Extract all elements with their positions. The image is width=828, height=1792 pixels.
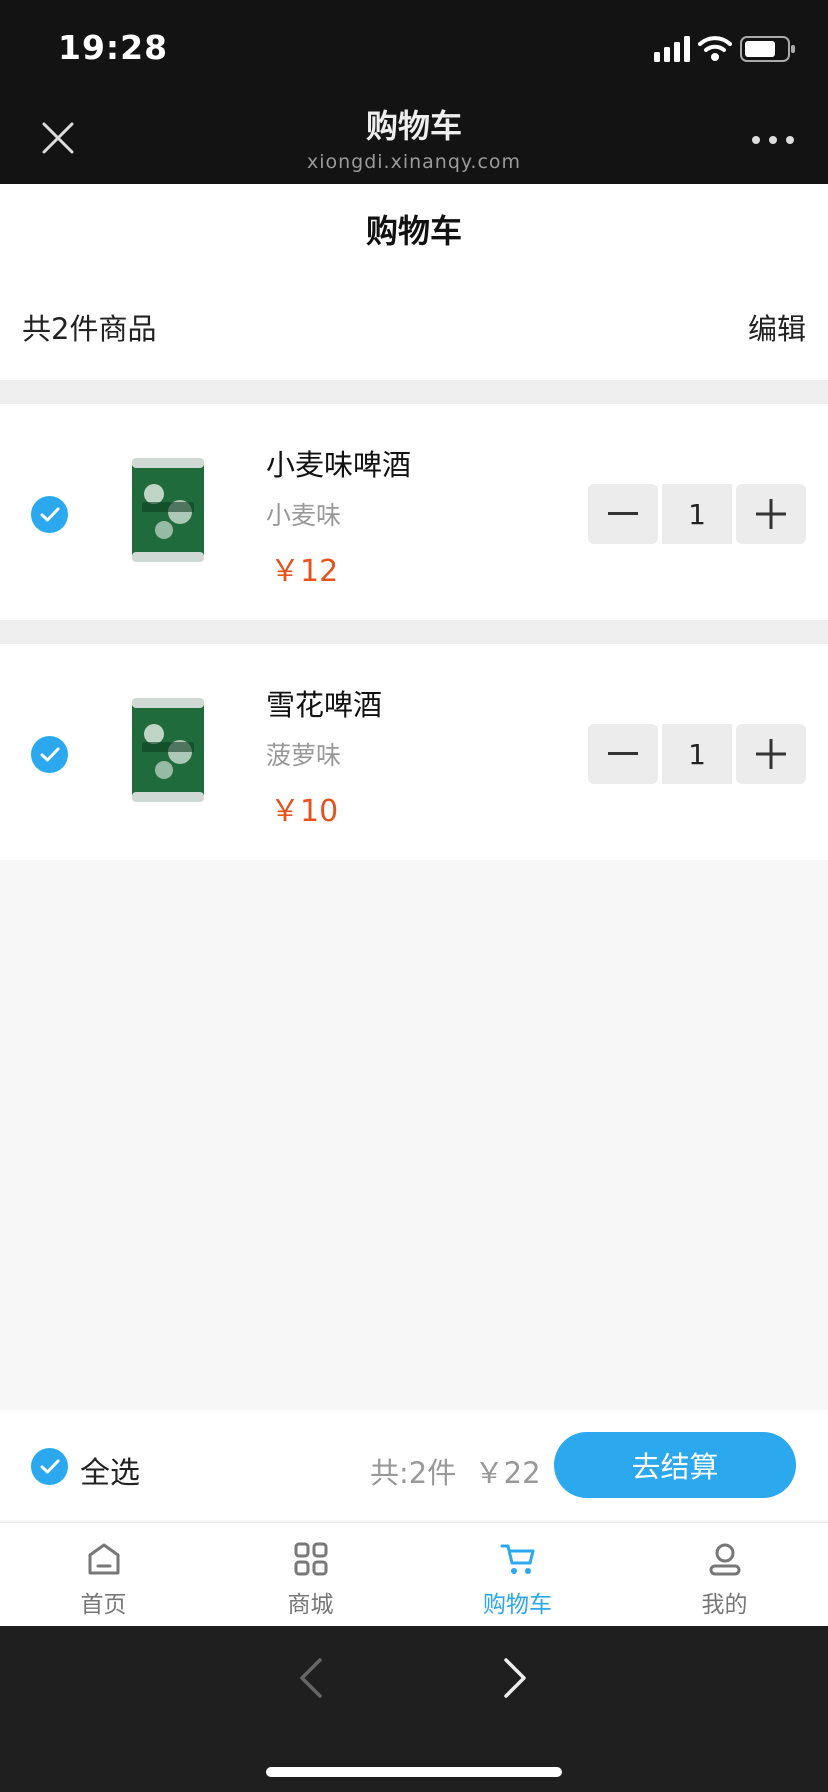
browser-header: 19:28 购物车 xiongdi.xinanqy.com <box>0 0 828 184</box>
quantity-stepper: 1 <box>588 724 806 784</box>
quantity-value[interactable]: 1 <box>662 484 732 544</box>
quantity-value[interactable]: 1 <box>662 724 732 784</box>
select-all-label[interactable]: 全选 <box>80 1448 140 1492</box>
check-icon <box>40 1459 60 1474</box>
tab-mall[interactable]: 商城 <box>207 1523 414 1627</box>
cart-header: 购物车 共2件商品 编辑 <box>0 184 828 380</box>
browser-toolbar <box>0 1626 828 1792</box>
tab-home[interactable]: 首页 <box>0 1523 207 1627</box>
product-image <box>132 458 204 562</box>
back-arrow-icon[interactable] <box>296 1656 326 1700</box>
minus-icon <box>608 512 638 515</box>
product-name: 雪花啤酒 <box>266 688 383 722</box>
item-checkbox[interactable] <box>31 496 68 533</box>
tab-label: 首页 <box>80 1592 127 1618</box>
browser-url: xiongdi.xinanqy.com <box>306 151 522 173</box>
divider <box>0 620 828 644</box>
product-name: 小麦味啤酒 <box>266 448 412 482</box>
edit-button[interactable]: 编辑 <box>748 306 806 348</box>
home-icon <box>88 1543 120 1575</box>
home-indicator <box>266 1767 562 1777</box>
product-flavor: 小麦味 <box>266 501 342 530</box>
wifi-icon <box>698 36 732 61</box>
check-icon <box>40 507 60 522</box>
item-checkbox[interactable] <box>31 736 68 773</box>
minus-icon <box>608 752 638 755</box>
close-icon[interactable] <box>38 118 78 158</box>
tab-bar: 首页 商城 购物车 我的 <box>0 1522 828 1626</box>
cart-page: 购物车 共2件商品 编辑 小麦味啤酒 小麦味 ￥12 1 雪花啤酒 菠萝味 ￥1… <box>0 184 828 1626</box>
user-icon <box>709 1543 741 1576</box>
plus-icon <box>756 739 786 769</box>
tab-label: 我的 <box>701 1592 748 1618</box>
checkout-button[interactable]: 去结算 <box>554 1432 796 1498</box>
decrease-button[interactable] <box>588 484 658 544</box>
cart-item: 雪花啤酒 菠萝味 ￥10 1 <box>0 644 828 860</box>
browser-title: 购物车 <box>365 107 462 145</box>
checkout-bar: 全选 共:2件 ￥22 去结算 <box>0 1410 828 1520</box>
grid-icon <box>294 1542 328 1576</box>
select-all-checkbox[interactable] <box>31 1448 68 1485</box>
decrease-button[interactable] <box>588 724 658 784</box>
cellular-signal-icon <box>654 36 690 62</box>
check-icon <box>40 747 60 762</box>
battery-icon <box>740 36 795 62</box>
tab-label: 商城 <box>287 1592 334 1618</box>
divider <box>0 380 828 404</box>
more-icon[interactable] <box>750 132 796 148</box>
tab-cart[interactable]: 购物车 <box>414 1523 621 1627</box>
product-price: ￥12 <box>270 554 339 589</box>
increase-button[interactable] <box>736 724 806 784</box>
browser-title-block: 购物车 xiongdi.xinanqy.com <box>214 106 614 174</box>
forward-arrow-icon[interactable] <box>500 1656 530 1700</box>
product-price: ￥10 <box>270 794 339 829</box>
tab-profile[interactable]: 我的 <box>621 1523 828 1627</box>
total-text: 共:2件 ￥22 <box>370 1456 541 1490</box>
plus-icon <box>756 499 786 529</box>
product-flavor: 菠萝味 <box>266 741 342 770</box>
quantity-stepper: 1 <box>588 484 806 544</box>
increase-button[interactable] <box>736 484 806 544</box>
item-count-text: 共2件商品 <box>22 312 157 346</box>
page-title: 购物车 <box>365 212 462 250</box>
tab-label: 购物车 <box>483 1592 552 1618</box>
status-time: 19:28 <box>58 28 169 67</box>
product-image <box>132 698 204 802</box>
cart-item: 小麦味啤酒 小麦味 ￥12 1 <box>0 404 828 620</box>
cart-icon <box>500 1544 535 1574</box>
